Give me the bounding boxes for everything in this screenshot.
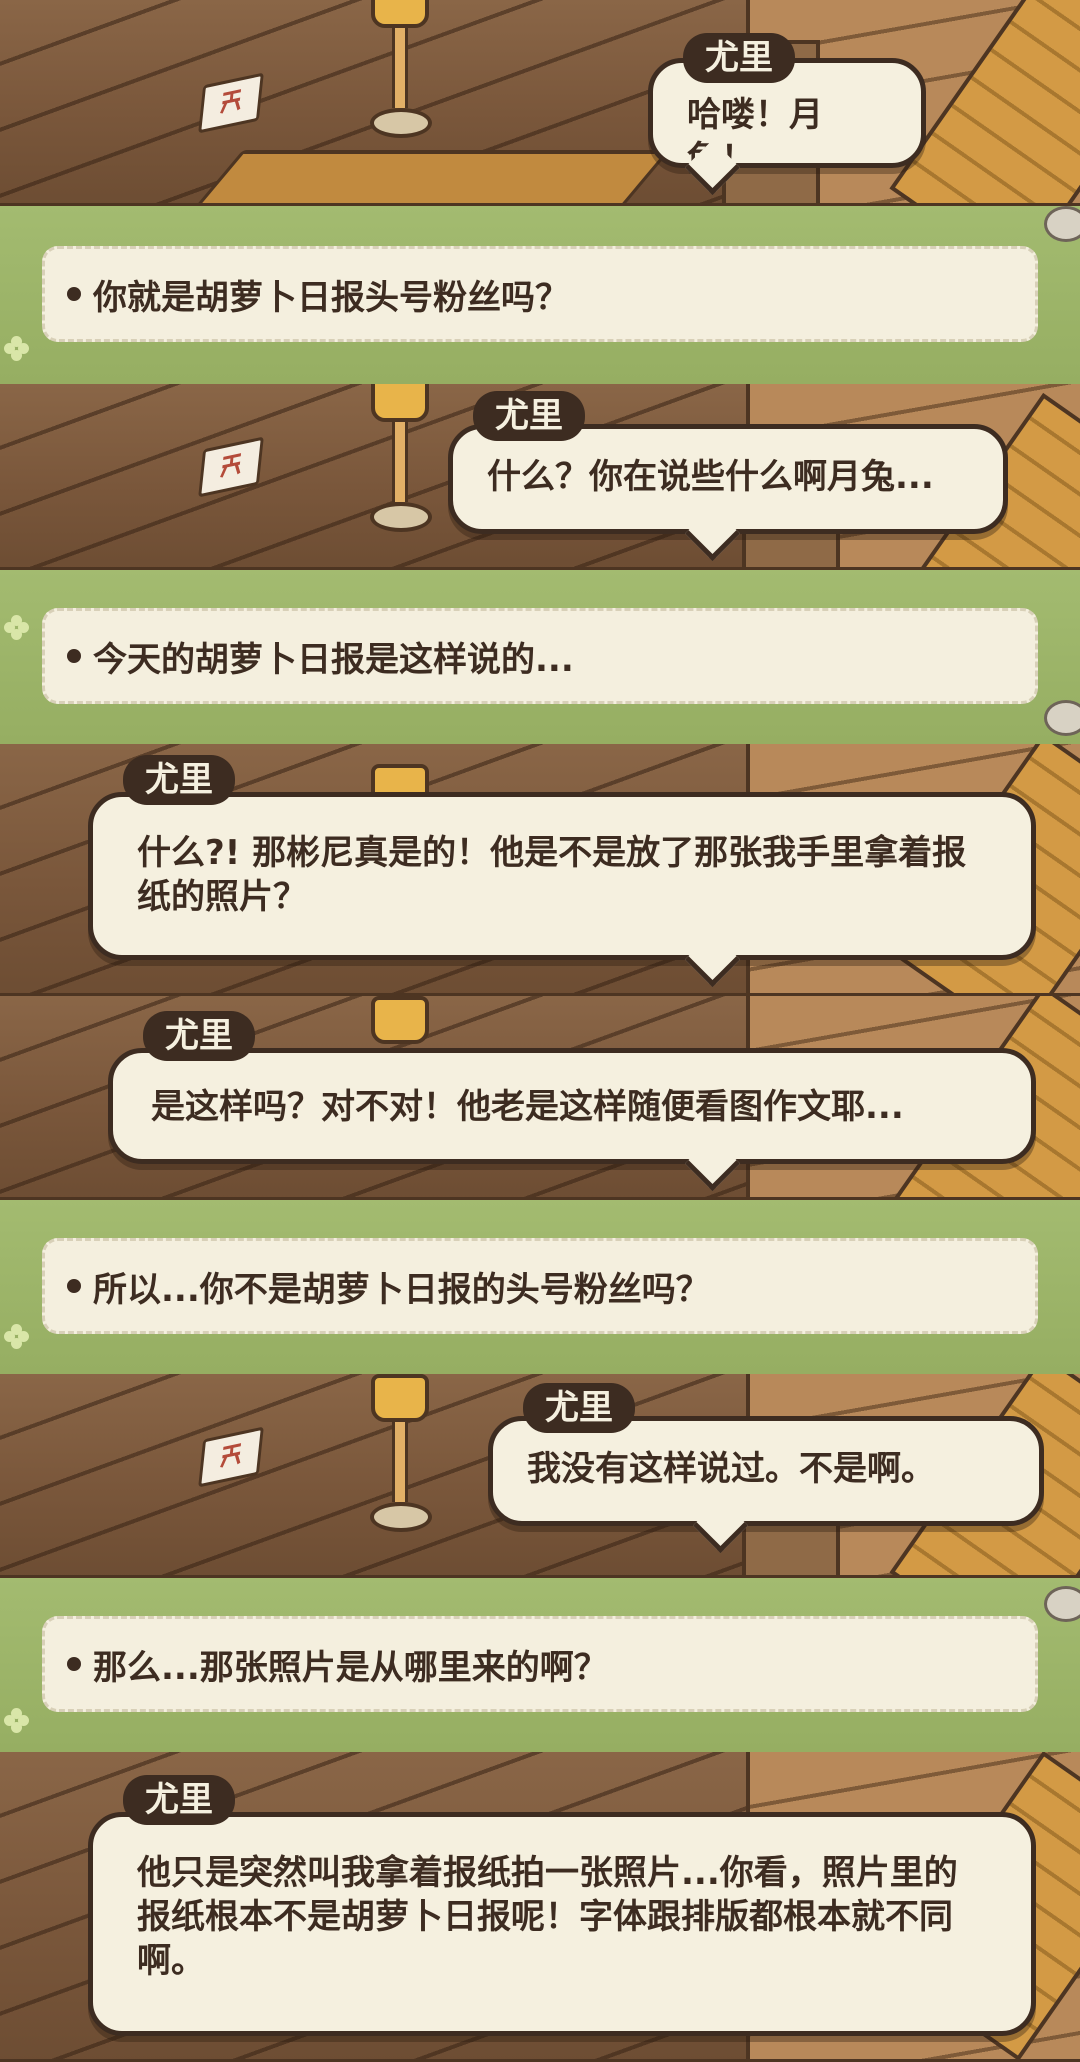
lamp-icon [370,384,432,532]
lamp-icon [370,1374,432,1532]
lamp-icon [370,0,432,138]
bullet-icon [67,1657,81,1671]
speech-bubble[interactable]: 尤里 什么?! 那彬尼真是的！他是不是放了那张我手里拿着报纸的照片？ [88,755,1036,988]
choice-option[interactable]: 今天的胡萝卜日报是这样说的... [42,608,1038,704]
clover-icon [4,1708,30,1734]
speech-bubble[interactable]: 尤里 什么？你在说些什么啊月兔... [448,391,1008,562]
choice-text: 所以...你不是胡萝卜日报的头号粉丝吗？ [93,1269,710,1310]
stone-decoration [1044,1586,1080,1622]
choice-panel-3: 所以...你不是胡萝卜日报的头号粉丝吗？ [0,1200,1080,1374]
speaker-name-tag: 尤里 [683,33,795,83]
choice-panel-4: 那么...那张照片是从哪里来的啊？ [0,1578,1080,1752]
bubble-tail [684,931,741,988]
bullet-icon [67,1279,81,1293]
choice-text: 那么...那张照片是从哪里来的啊？ [93,1647,608,1688]
choice-text: 你就是胡萝卜日报头号粉丝吗？ [93,277,569,318]
dialog-text: 什么？你在说些什么啊月兔... [487,457,934,497]
speaker-name-tag: 尤里 [143,1011,255,1061]
speaker-name-tag: 尤里 [523,1383,635,1433]
dialog-text: 我没有这样说过。不是啊。 [527,1449,935,1489]
dialog-text: 什么?! 那彬尼真是的！他是不是放了那张我手里拿着报纸的照片？ [137,833,967,917]
stone-decoration [1044,700,1080,736]
scene-panel-2: 尤里 什么？你在说些什么啊月兔... [0,384,1080,570]
speech-bubble[interactable]: 尤里 我没有这样说过。不是啊。 [488,1383,1044,1554]
scene-panel-6: 尤里 他只是突然叫我拿着报纸拍一张照片...你看，照片里的报纸根本不是胡萝卜日报… [0,1752,1080,2062]
choice-option[interactable]: 所以...你不是胡萝卜日报的头号粉丝吗？ [42,1238,1038,1334]
clover-icon [4,336,30,362]
speech-bubble[interactable]: 尤里 他只是突然叫我拿着报纸拍一张照片...你看，照片里的报纸根本不是胡萝卜日报… [88,1775,1036,2036]
scene-panel-3: 尤里 什么?! 那彬尼真是的！他是不是放了那张我手里拿着报纸的照片？ [0,744,1080,996]
lamp-icon [370,996,430,1044]
choice-panel-1: 你就是胡萝卜日报头号粉丝吗？ [0,206,1080,384]
scene-panel-4: 尤里 是这样吗？对不对！他老是这样随便看图作文耶... [0,996,1080,1200]
bubble-tail [684,1135,741,1192]
sale-sign-icon [198,436,264,498]
choice-option[interactable]: 你就是胡萝卜日报头号粉丝吗？ [42,246,1038,342]
sale-sign-icon [198,1426,264,1488]
bullet-icon [67,287,81,301]
speaker-name-tag: 尤里 [123,1775,235,1825]
choice-option[interactable]: 那么...那张照片是从哪里来的啊？ [42,1616,1038,1712]
floor-step [177,150,671,206]
dialog-text: 是这样吗？对不对！他老是这样随便看图作文耶... [151,1087,904,1127]
bubble-tail [684,505,741,562]
choice-panel-2: 今天的胡萝卜日报是这样说的... [0,570,1080,744]
clover-icon [4,615,30,641]
bullet-icon [67,649,81,663]
sale-sign-icon [198,72,264,134]
clover-icon [4,1324,30,1350]
speaker-name-tag: 尤里 [123,755,235,805]
speech-bubble[interactable]: 尤里 哈喽！月兔！ [648,33,926,196]
scene-panel-5: 尤里 我没有这样说过。不是啊。 [0,1374,1080,1578]
choice-text: 今天的胡萝卜日报是这样说的... [93,639,574,680]
stone-decoration [1044,206,1080,242]
scene-panel-1: 尤里 哈喽！月兔！ [0,0,1080,206]
bubble-tail [692,1497,749,1554]
speaker-name-tag: 尤里 [473,391,585,441]
speech-bubble[interactable]: 尤里 是这样吗？对不对！他老是这样随便看图作文耶... [108,1011,1036,1192]
dialog-text: 他只是突然叫我拿着报纸拍一张照片...你看，照片里的报纸根本不是胡萝卜日报呢！字… [137,1853,958,1981]
